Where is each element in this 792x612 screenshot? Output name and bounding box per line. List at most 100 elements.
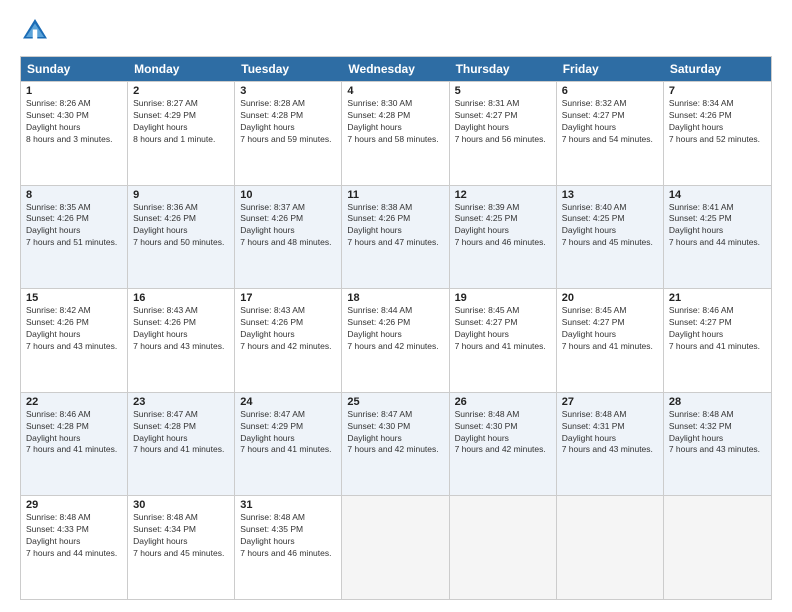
weekday-header: Sunday [21,57,128,81]
weekday-header: Tuesday [235,57,342,81]
day-number: 8 [26,189,122,201]
day-number: 27 [562,396,658,408]
day-info: Sunrise: 8:39 AMSunset: 4:25 PMDaylight … [455,202,551,250]
calendar-cell: 21Sunrise: 8:46 AMSunset: 4:27 PMDayligh… [664,289,771,392]
calendar-cell: 15Sunrise: 8:42 AMSunset: 4:26 PMDayligh… [21,289,128,392]
day-number: 12 [455,189,551,201]
day-number: 29 [26,499,122,511]
day-number: 15 [26,292,122,304]
day-number: 16 [133,292,229,304]
day-info: Sunrise: 8:46 AMSunset: 4:27 PMDaylight … [669,305,766,353]
day-number: 25 [347,396,443,408]
calendar-cell: 2Sunrise: 8:27 AMSunset: 4:29 PMDaylight… [128,82,235,185]
day-number: 2 [133,85,229,97]
day-info: Sunrise: 8:43 AMSunset: 4:26 PMDaylight … [133,305,229,353]
day-info: Sunrise: 8:31 AMSunset: 4:27 PMDaylight … [455,98,551,146]
day-info: Sunrise: 8:36 AMSunset: 4:26 PMDaylight … [133,202,229,250]
day-info: Sunrise: 8:47 AMSunset: 4:30 PMDaylight … [347,409,443,457]
calendar-cell: 12Sunrise: 8:39 AMSunset: 4:25 PMDayligh… [450,186,557,289]
logo-icon [20,16,50,46]
day-info: Sunrise: 8:48 AMSunset: 4:31 PMDaylight … [562,409,658,457]
day-number: 1 [26,85,122,97]
calendar-cell: 30Sunrise: 8:48 AMSunset: 4:34 PMDayligh… [128,496,235,599]
day-number: 21 [669,292,766,304]
calendar-cell: 16Sunrise: 8:43 AMSunset: 4:26 PMDayligh… [128,289,235,392]
calendar-cell: 18Sunrise: 8:44 AMSunset: 4:26 PMDayligh… [342,289,449,392]
calendar-cell: 10Sunrise: 8:37 AMSunset: 4:26 PMDayligh… [235,186,342,289]
day-info: Sunrise: 8:48 AMSunset: 4:34 PMDaylight … [133,512,229,560]
day-info: Sunrise: 8:48 AMSunset: 4:33 PMDaylight … [26,512,122,560]
calendar-cell: 7Sunrise: 8:34 AMSunset: 4:26 PMDaylight… [664,82,771,185]
calendar-cell: 31Sunrise: 8:48 AMSunset: 4:35 PMDayligh… [235,496,342,599]
calendar-body: 1Sunrise: 8:26 AMSunset: 4:30 PMDaylight… [21,81,771,599]
day-number: 22 [26,396,122,408]
day-number: 9 [133,189,229,201]
weekday-header: Monday [128,57,235,81]
day-info: Sunrise: 8:32 AMSunset: 4:27 PMDaylight … [562,98,658,146]
calendar-cell: 29Sunrise: 8:48 AMSunset: 4:33 PMDayligh… [21,496,128,599]
day-number: 23 [133,396,229,408]
calendar: SundayMondayTuesdayWednesdayThursdayFrid… [20,56,772,600]
calendar-cell: 17Sunrise: 8:43 AMSunset: 4:26 PMDayligh… [235,289,342,392]
calendar-cell: 13Sunrise: 8:40 AMSunset: 4:25 PMDayligh… [557,186,664,289]
day-number: 4 [347,85,443,97]
day-info: Sunrise: 8:45 AMSunset: 4:27 PMDaylight … [455,305,551,353]
calendar-cell: 26Sunrise: 8:48 AMSunset: 4:30 PMDayligh… [450,393,557,496]
calendar-cell [342,496,449,599]
calendar-row: 8Sunrise: 8:35 AMSunset: 4:26 PMDaylight… [21,185,771,289]
calendar-cell: 19Sunrise: 8:45 AMSunset: 4:27 PMDayligh… [450,289,557,392]
day-number: 3 [240,85,336,97]
calendar-cell: 20Sunrise: 8:45 AMSunset: 4:27 PMDayligh… [557,289,664,392]
day-number: 19 [455,292,551,304]
calendar-cell [450,496,557,599]
calendar-header: SundayMondayTuesdayWednesdayThursdayFrid… [21,57,771,81]
day-info: Sunrise: 8:48 AMSunset: 4:30 PMDaylight … [455,409,551,457]
day-info: Sunrise: 8:46 AMSunset: 4:28 PMDaylight … [26,409,122,457]
calendar-cell: 8Sunrise: 8:35 AMSunset: 4:26 PMDaylight… [21,186,128,289]
day-info: Sunrise: 8:28 AMSunset: 4:28 PMDaylight … [240,98,336,146]
day-number: 14 [669,189,766,201]
calendar-cell: 28Sunrise: 8:48 AMSunset: 4:32 PMDayligh… [664,393,771,496]
day-info: Sunrise: 8:47 AMSunset: 4:29 PMDaylight … [240,409,336,457]
calendar-cell: 1Sunrise: 8:26 AMSunset: 4:30 PMDaylight… [21,82,128,185]
day-number: 13 [562,189,658,201]
day-number: 7 [669,85,766,97]
calendar-cell: 25Sunrise: 8:47 AMSunset: 4:30 PMDayligh… [342,393,449,496]
calendar-cell [557,496,664,599]
calendar-cell: 23Sunrise: 8:47 AMSunset: 4:28 PMDayligh… [128,393,235,496]
day-info: Sunrise: 8:30 AMSunset: 4:28 PMDaylight … [347,98,443,146]
calendar-cell: 22Sunrise: 8:46 AMSunset: 4:28 PMDayligh… [21,393,128,496]
day-info: Sunrise: 8:38 AMSunset: 4:26 PMDaylight … [347,202,443,250]
calendar-row: 22Sunrise: 8:46 AMSunset: 4:28 PMDayligh… [21,392,771,496]
day-info: Sunrise: 8:26 AMSunset: 4:30 PMDaylight … [26,98,122,146]
weekday-header: Saturday [664,57,771,81]
day-info: Sunrise: 8:40 AMSunset: 4:25 PMDaylight … [562,202,658,250]
calendar-cell: 4Sunrise: 8:30 AMSunset: 4:28 PMDaylight… [342,82,449,185]
weekday-header: Friday [557,57,664,81]
calendar-cell: 3Sunrise: 8:28 AMSunset: 4:28 PMDaylight… [235,82,342,185]
logo [20,16,54,46]
day-number: 31 [240,499,336,511]
calendar-cell: 24Sunrise: 8:47 AMSunset: 4:29 PMDayligh… [235,393,342,496]
calendar-row: 1Sunrise: 8:26 AMSunset: 4:30 PMDaylight… [21,81,771,185]
calendar-row: 29Sunrise: 8:48 AMSunset: 4:33 PMDayligh… [21,495,771,599]
day-info: Sunrise: 8:37 AMSunset: 4:26 PMDaylight … [240,202,336,250]
day-info: Sunrise: 8:45 AMSunset: 4:27 PMDaylight … [562,305,658,353]
calendar-cell [664,496,771,599]
day-info: Sunrise: 8:48 AMSunset: 4:35 PMDaylight … [240,512,336,560]
day-info: Sunrise: 8:43 AMSunset: 4:26 PMDaylight … [240,305,336,353]
calendar-cell: 5Sunrise: 8:31 AMSunset: 4:27 PMDaylight… [450,82,557,185]
calendar-cell: 6Sunrise: 8:32 AMSunset: 4:27 PMDaylight… [557,82,664,185]
day-info: Sunrise: 8:27 AMSunset: 4:29 PMDaylight … [133,98,229,146]
weekday-header: Thursday [450,57,557,81]
day-number: 5 [455,85,551,97]
day-info: Sunrise: 8:44 AMSunset: 4:26 PMDaylight … [347,305,443,353]
day-info: Sunrise: 8:48 AMSunset: 4:32 PMDaylight … [669,409,766,457]
day-number: 6 [562,85,658,97]
day-number: 26 [455,396,551,408]
page: SundayMondayTuesdayWednesdayThursdayFrid… [0,0,792,612]
day-number: 10 [240,189,336,201]
calendar-cell: 27Sunrise: 8:48 AMSunset: 4:31 PMDayligh… [557,393,664,496]
weekday-header: Wednesday [342,57,449,81]
day-info: Sunrise: 8:41 AMSunset: 4:25 PMDaylight … [669,202,766,250]
